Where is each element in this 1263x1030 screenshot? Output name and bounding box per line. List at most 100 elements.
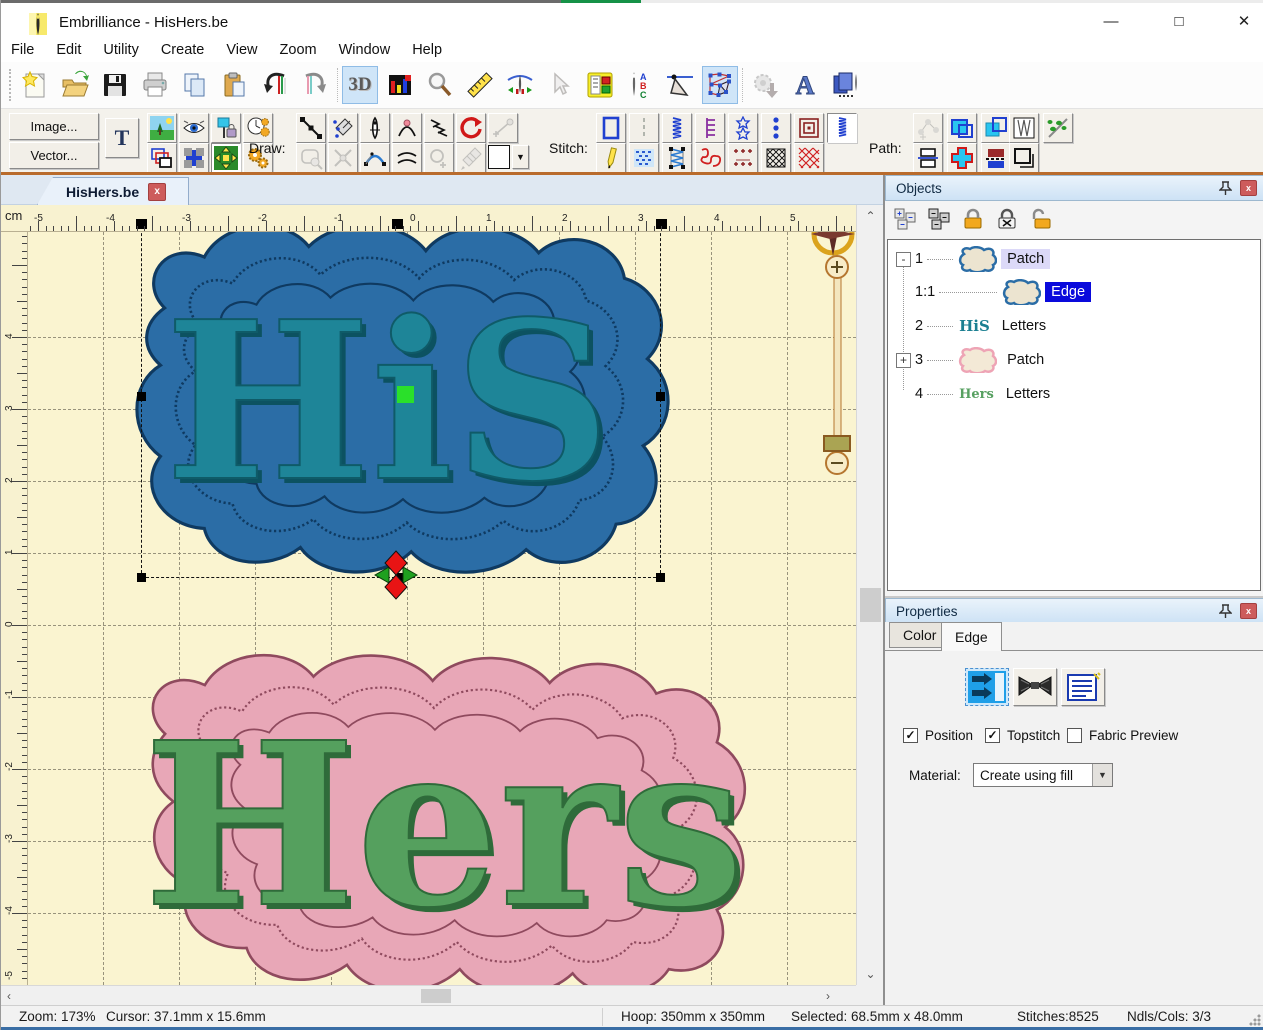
horizontal-scroll-thumb[interactable] [421, 989, 451, 1003]
stitch-simulator-button[interactable] [502, 66, 538, 104]
new-file-button[interactable] [17, 66, 53, 104]
redo-button[interactable] [297, 66, 333, 104]
hers-letters[interactable]: Hers [144, 694, 745, 958]
stitch-stipple-icon[interactable] [695, 143, 725, 173]
path-weld-icon[interactable] [947, 113, 977, 143]
stitch-entry-exit-marker[interactable] [374, 550, 418, 600]
minimize-button[interactable]: — [1096, 11, 1126, 33]
path-frame-corner-icon[interactable] [1009, 143, 1039, 173]
tree-row-letters-his[interactable]: 2 HiS Letters [896, 310, 1256, 342]
node-edit-button[interactable] [662, 66, 698, 104]
auto-convert-button[interactable] [747, 66, 783, 104]
tab-close-icon[interactable]: x [148, 183, 166, 201]
applique-position-button[interactable] [965, 668, 1009, 706]
tree-item-label[interactable]: Patch [1001, 350, 1050, 370]
design-canvas[interactable]: HiS HiS Hers Hers [28, 232, 856, 985]
open-file-button[interactable] [57, 66, 93, 104]
stitch-bean-dots-icon[interactable] [761, 113, 791, 143]
paste-button[interactable] [217, 66, 253, 104]
merge-design-button[interactable] [827, 66, 863, 104]
lock-delete-icon[interactable] [993, 205, 1020, 232]
draw-point-pen-icon[interactable] [328, 113, 358, 143]
path-branch-icon[interactable] [1043, 113, 1073, 143]
tree-item-label[interactable]: Letters [1000, 384, 1056, 404]
expand-expander-icon[interactable]: + [896, 353, 911, 368]
undo-button[interactable] [257, 66, 293, 104]
menu-window[interactable]: Window [339, 40, 403, 60]
scroll-right-icon[interactable]: › [826, 989, 830, 1003]
selection-handle-se[interactable] [656, 573, 665, 582]
selection-handle-sw[interactable] [137, 573, 146, 582]
tree-item-label[interactable]: Patch [1001, 249, 1050, 269]
menu-zoom[interactable]: Zoom [280, 40, 329, 60]
scroll-down-icon[interactable]: ⌄ [857, 967, 884, 981]
stitch-blanket-icon[interactable] [695, 113, 725, 143]
draw-arc-icon[interactable] [392, 113, 422, 143]
menu-help[interactable]: Help [412, 40, 454, 60]
vertical-scroll-thumb[interactable] [860, 588, 881, 622]
stitch-clock-icon[interactable] [243, 113, 273, 143]
expand-all-icon[interactable] [891, 205, 918, 232]
stitch-edit-button[interactable] [702, 66, 738, 104]
draw-polyline-icon[interactable] [296, 113, 326, 143]
tree-row-patch-2[interactable]: + 3 Patch [896, 344, 1256, 376]
document-tab[interactable]: HisHers.be x [37, 177, 189, 205]
draw-color-dropdown-arrow[interactable]: ▼ [512, 145, 529, 169]
stitch-satin-zigzag-icon[interactable] [662, 113, 692, 143]
stitch-fill-icon[interactable] [629, 143, 659, 173]
draw-column-icon[interactable] [360, 113, 390, 143]
bowtie-stitch-button[interactable] [1013, 668, 1057, 706]
path-align-icon[interactable] [913, 143, 943, 173]
selection-rectangle[interactable] [141, 232, 661, 578]
zoom-tool-button[interactable] [422, 66, 458, 104]
draw-double-curve-icon[interactable] [392, 143, 422, 173]
stitch-echo-icon[interactable] [794, 113, 824, 143]
path-nodes-icon[interactable] [913, 113, 943, 143]
select-tool-button[interactable] [542, 66, 578, 104]
selection-center-marker[interactable] [397, 386, 414, 403]
draw-magic-wand-icon[interactable] [296, 143, 326, 173]
stitch-crosshatch-red-icon[interactable] [794, 143, 824, 173]
hoop-lock-icon[interactable] [211, 113, 241, 143]
menu-utility[interactable]: Utility [103, 40, 150, 60]
selection-handle-e[interactable] [656, 392, 665, 401]
lettering-button[interactable]: ABC [622, 66, 658, 104]
background-image-icon[interactable] [147, 113, 177, 143]
unlock-icon[interactable] [1027, 205, 1054, 232]
stitch-applique-icon[interactable] [827, 113, 857, 143]
resize-grip[interactable] [1249, 1014, 1261, 1026]
menu-create[interactable]: Create [161, 40, 217, 60]
overlap-objects-icon[interactable] [147, 143, 177, 173]
properties-panel-close-icon[interactable]: x [1240, 603, 1257, 619]
tab-edge[interactable]: Edge [941, 622, 1002, 651]
tree-row-patch-1[interactable]: - 1 Patch [896, 243, 1256, 275]
tree-row-edge[interactable]: 1:1 Edge [896, 276, 1256, 308]
objects-panel-close-icon[interactable]: x [1240, 180, 1257, 196]
3d-view-button[interactable]: 3D [342, 66, 378, 104]
measure-tool-button[interactable] [462, 66, 498, 104]
thread-palette-button[interactable] [582, 66, 618, 104]
path-inflate-icon[interactable] [947, 143, 977, 173]
topstitch-checkbox[interactable]: ✓ [985, 728, 1000, 743]
draw-hatch-pen-icon[interactable] [456, 143, 486, 173]
stitch-outline-icon[interactable] [596, 113, 626, 143]
hers-patch-design[interactable]: Hers Hers [81, 647, 771, 985]
material-dropdown[interactable]: Create using fill ▼ [973, 763, 1113, 787]
tree-row-letters-hers[interactable]: 4 Hers Letters [896, 378, 1256, 410]
scroll-left-icon[interactable]: ‹ [7, 989, 11, 1003]
stitch-motif-fill-icon[interactable] [728, 143, 758, 173]
path-satin-wave-icon[interactable] [1009, 113, 1039, 143]
tree-item-label[interactable]: Letters [996, 316, 1052, 336]
stitch-crosshatch-icon[interactable] [761, 143, 791, 173]
scroll-up-icon[interactable]: ⌃ [857, 209, 884, 223]
stitch-motif-star-icon[interactable] [728, 113, 758, 143]
notes-document-button[interactable] [1061, 668, 1105, 706]
draw-pleat-icon[interactable] [424, 113, 454, 143]
lock-icon[interactable] [959, 205, 986, 232]
font-letter-button[interactable]: A [787, 66, 823, 104]
pin-icon[interactable] [1219, 604, 1232, 619]
image-button[interactable]: Image... [9, 113, 99, 140]
print-button[interactable] [137, 66, 173, 104]
menu-file[interactable]: File [11, 40, 46, 60]
zoom-slider-handle[interactable] [824, 436, 850, 451]
